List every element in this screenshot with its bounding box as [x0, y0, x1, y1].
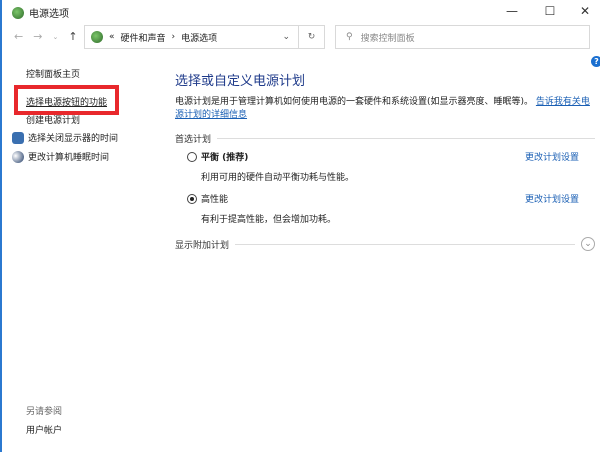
- plan-desc: 利用可用的硬件自动平衡功耗与性能。: [201, 173, 355, 183]
- address-bar[interactable]: « 硬件和声音 › 电源选项 ⌄: [84, 25, 299, 49]
- radio-balanced[interactable]: [187, 151, 197, 162]
- forward-icon[interactable]: →: [33, 30, 42, 44]
- breadcrumb-power[interactable]: 电源选项: [181, 31, 217, 44]
- minimize-button[interactable]: —: [497, 2, 527, 20]
- page-title: 选择或自定义电源计划: [175, 74, 306, 89]
- highlight-box: [14, 85, 119, 115]
- radio-high-performance[interactable]: [187, 193, 197, 204]
- search-input[interactable]: ⚲ 搜索控制面板: [335, 25, 590, 49]
- chevron-down-icon[interactable]: ⌄: [282, 32, 290, 42]
- moon-icon: [12, 150, 24, 163]
- sidebar-user-accounts[interactable]: 用户帐户: [26, 423, 62, 436]
- breadcrumb-hardware[interactable]: 硬件和声音: [121, 31, 166, 44]
- sidebar-item-display-off[interactable]: 选择关闭显示器的时间: [12, 131, 118, 144]
- sidebar-home[interactable]: 控制面板主页: [26, 67, 80, 80]
- expand-chevron-icon[interactable]: ⌄: [581, 237, 595, 251]
- plan-desc: 有利于提高性能，但会增加功耗。: [201, 215, 337, 225]
- help-icon[interactable]: ?: [591, 56, 600, 67]
- refresh-button[interactable]: ↻: [299, 25, 325, 49]
- control-panel-icon: [91, 31, 103, 43]
- power-options-icon: [12, 6, 24, 19]
- monitor-icon: [12, 131, 24, 144]
- close-button[interactable]: ✕: [570, 2, 600, 20]
- preferred-plans-header: 首选计划: [175, 132, 595, 145]
- plan-high-performance: 高性能 更改计划设置 有利于提高性能，但会增加功耗。: [187, 192, 579, 225]
- back-icon[interactable]: ←: [14, 30, 23, 44]
- maximize-button[interactable]: ☐: [535, 2, 565, 20]
- change-plan-settings-high[interactable]: 更改计划设置: [525, 192, 579, 205]
- plan-balanced: 平衡 (推荐) 更改计划设置 利用可用的硬件自动平衡功耗与性能。: [187, 150, 579, 183]
- see-also-label: 另请参阅: [26, 407, 63, 417]
- up-icon[interactable]: ↑: [68, 30, 77, 44]
- recent-dropdown-icon[interactable]: ⌄: [52, 30, 58, 44]
- window-title: 电源选项: [12, 5, 69, 20]
- change-plan-settings-balanced[interactable]: 更改计划设置: [525, 150, 579, 163]
- nav-buttons: ← → ⌄ ↑: [14, 30, 78, 44]
- show-additional-plans[interactable]: 显示附加计划 ⌄: [175, 237, 595, 251]
- description: 电源计划是用于管理计算机如何使用电源的一套硬件和系统设置(如显示器亮度、睡眠等)…: [175, 97, 590, 120]
- sidebar-item-sleep[interactable]: 更改计算机睡眠时间: [12, 150, 109, 163]
- search-icon: ⚲: [346, 32, 353, 42]
